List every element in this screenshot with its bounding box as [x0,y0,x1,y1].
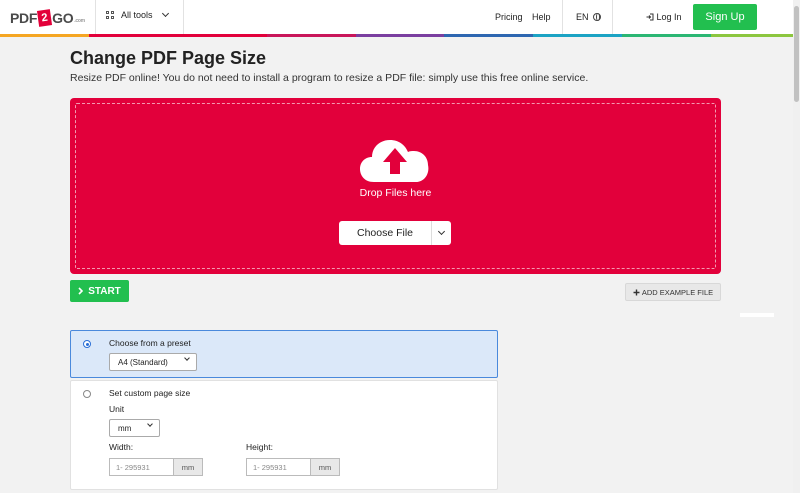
logo-text-pdf: PDF [10,10,38,26]
logo-text-com: .com [74,18,85,24]
decorative-bar [740,313,774,317]
file-dropzone[interactable]: Drop Files here [70,98,721,274]
height-field[interactable]: 1- 295931 mm [246,458,340,476]
language-label: EN [576,12,589,22]
plus-icon [633,289,640,295]
choose-file-dropdown[interactable] [431,221,451,245]
login-label: Log In [656,12,682,22]
start-button[interactable]: START [70,280,129,302]
chevron-right-icon [78,287,84,295]
all-tools-menu[interactable]: All tools [106,9,169,20]
header-divider [612,0,613,34]
logo-text-two: 2 [37,9,53,27]
top-header: PDF 2 GO .com All tools Pricing Help EN Log… [0,0,800,36]
width-unit: mm [173,458,203,476]
height-unit: mm [310,458,340,476]
preset-select-value: A4 (Standard) [118,357,168,367]
preset-select[interactable]: A4 (Standard) [109,353,197,371]
grid-icon [106,10,115,20]
login-link[interactable]: Log In [646,12,682,22]
unit-select[interactable]: mm [109,419,160,437]
drop-files-text: Drop Files here [359,187,432,199]
height-label: Height: [246,442,273,452]
color-stripe-segment [177,34,267,37]
unit-label: Unit [109,404,125,414]
scrollbar-thumb[interactable] [794,6,799,102]
cloud-upload-icon [360,140,429,182]
preset-label: Choose from a preset [109,338,191,348]
color-stripe-segment [88,34,178,37]
signup-button[interactable]: Sign Up [693,4,757,30]
color-stripe-segment [533,34,623,37]
all-tools-label: All tools [121,10,153,20]
width-input[interactable]: 1- 295931 [109,458,173,476]
chevron-down-icon [161,9,169,18]
pdf2go-logo[interactable]: PDF 2 GO .com [10,8,85,28]
height-input[interactable]: 1- 295931 [246,458,310,476]
color-stripe [0,34,800,37]
color-stripe-segment [355,34,445,37]
pricing-link[interactable]: Pricing [495,12,523,22]
custom-size-label: Set custom page size [109,388,191,398]
chevron-down-icon [184,355,190,361]
start-label: START [88,285,121,297]
color-stripe-segment [711,34,800,37]
page-subtitle: Resize PDF online! You do not need to in… [70,72,589,84]
choose-file-label: Choose File [356,227,414,239]
language-selector[interactable]: EN [576,12,602,22]
help-link[interactable]: Help [532,12,551,22]
header-divider [95,0,96,34]
custom-size-radio[interactable] [83,390,91,398]
preset-option-panel[interactable]: Choose from a preset A4 (Standard) [70,330,498,378]
page-title: Change PDF Page Size [70,48,267,68]
header-divider [183,0,184,34]
header-divider [562,0,563,34]
color-stripe-segment [266,34,356,37]
globe-icon [593,13,602,21]
chevron-down-icon [147,421,153,427]
color-stripe-segment [0,34,89,37]
color-stripe-segment [444,34,534,37]
chevron-down-icon [437,227,446,236]
login-icon [646,13,654,21]
custom-size-option-panel[interactable]: Set custom page size Unit mm Width: 1- 2… [70,380,498,490]
width-label: Width: [109,442,134,452]
width-field[interactable]: 1- 295931 mm [109,458,203,476]
unit-select-value: mm [118,423,132,433]
choose-file-button[interactable]: Choose File [339,221,451,245]
logo-text-go: GO [52,10,74,26]
add-example-file-button[interactable]: ADD EXAMPLE FILE [625,283,721,301]
color-stripe-segment [622,34,712,37]
preset-radio[interactable] [83,340,91,348]
add-example-label: ADD EXAMPLE FILE [641,287,714,297]
